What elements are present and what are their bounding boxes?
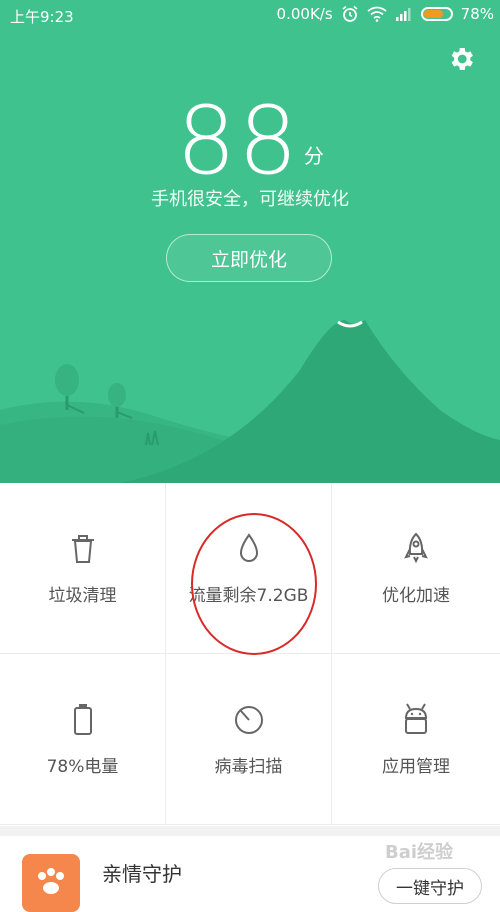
network-speed: 0.00K/s — [276, 5, 333, 23]
grid-item-label: 病毒扫描 — [214, 756, 283, 777]
status-bar: 上午9:23 0.00K/s 78% — [0, 0, 500, 30]
grid-item-label: 优化加速 — [382, 585, 450, 606]
section-divider — [0, 826, 500, 836]
gear-icon[interactable] — [446, 44, 476, 74]
optimize-now-button[interactable]: 立即优化 — [166, 234, 332, 282]
watermark: Bai经验 — [385, 842, 454, 863]
security-status-text: 手机很安全，可继续优化 — [151, 189, 349, 210]
one-click-guard-button[interactable]: 一键守护 — [378, 868, 482, 904]
trash-icon — [71, 534, 94, 563]
grid-item-battery[interactable]: 78%电量 — [0, 654, 166, 825]
family-guard-title: 亲情守护 — [102, 862, 182, 886]
grid-item-speed-boost[interactable]: 优化加速 — [332, 483, 500, 654]
grid-item-label: 流量剩余7.2GB — [188, 585, 309, 606]
grid-item-trash-cleanup[interactable]: 垃圾清理 — [0, 483, 166, 654]
scan-icon — [234, 705, 263, 734]
security-score: 88 分 — [0, 95, 500, 189]
battery-icon — [420, 7, 453, 21]
battery-icon — [73, 703, 92, 735]
score-unit: 分 — [303, 144, 324, 168]
grid-item-label: 78%电量 — [46, 756, 119, 777]
status-time: 上午9:23 — [10, 8, 74, 26]
rocket-icon — [404, 532, 428, 563]
drop-icon — [239, 532, 258, 562]
status-right: 0.00K/s 78% — [277, 5, 494, 23]
wifi-icon — [367, 6, 387, 22]
landscape-illustration — [0, 320, 500, 483]
security-header: 上午9:23 0.00K/s 78% 88 分 手机很安全，可继续优化 立即优化 — [0, 0, 500, 483]
grid-item-data-usage[interactable]: 流量剩余7.2GB — [166, 483, 332, 654]
battery-fill — [423, 10, 444, 18]
score-value: 88 — [176, 87, 300, 196]
grid-item-label: 垃圾清理 — [48, 585, 117, 606]
alarm-icon — [342, 5, 358, 22]
signal-icon — [395, 8, 411, 21]
feature-grid: 垃圾清理 流量剩余7.2GB 优化加速 78%电量 病毒扫描 应用管理 — [0, 483, 500, 826]
android-icon — [404, 702, 428, 734]
grid-item-app-manager[interactable]: 应用管理 — [332, 654, 500, 825]
battery-percent: 78% — [460, 5, 494, 23]
family-guard-icon — [22, 854, 80, 912]
grid-item-virus-scan[interactable]: 病毒扫描 — [166, 654, 332, 825]
paw-icon — [38, 868, 64, 894]
grid-item-label: 应用管理 — [382, 756, 450, 777]
